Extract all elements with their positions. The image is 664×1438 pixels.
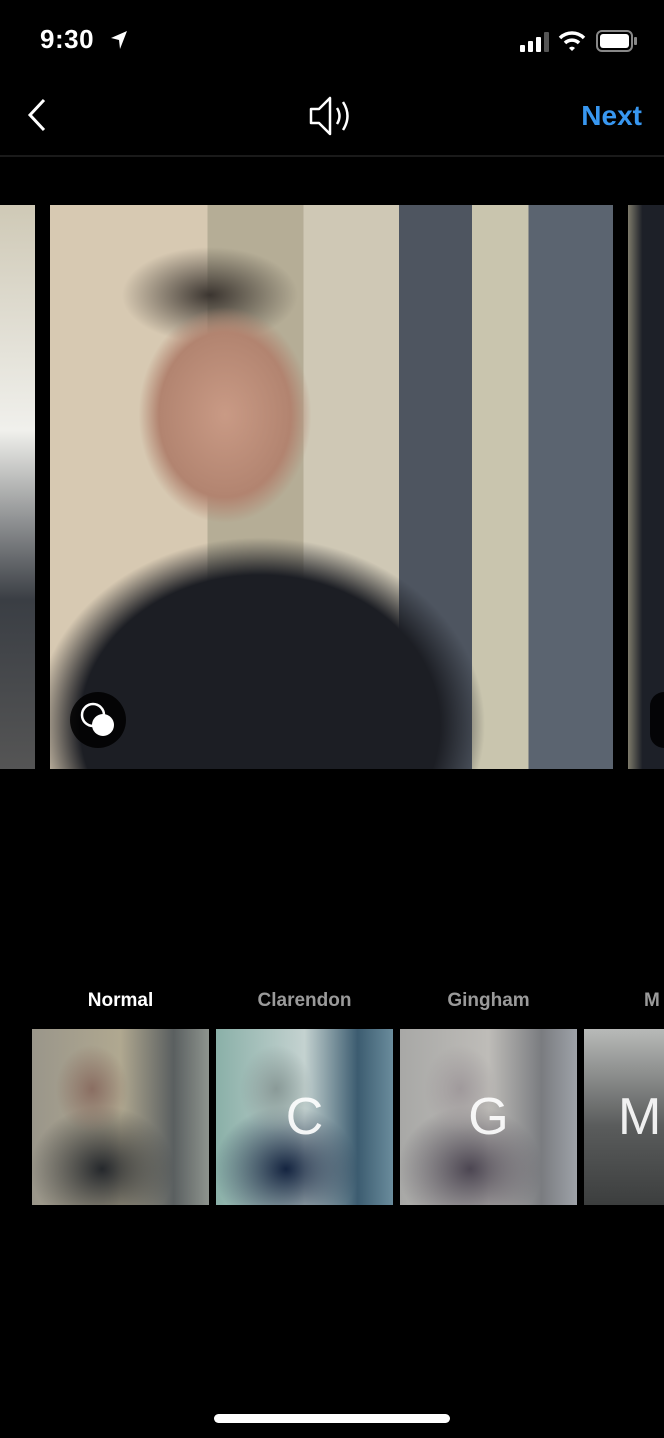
- signal-icon: [520, 32, 549, 52]
- filter-thumb-m[interactable]: M: [584, 1029, 664, 1205]
- selected-photo[interactable]: [50, 205, 613, 769]
- filter-thumb-clarendon[interactable]: C: [216, 1029, 393, 1205]
- filter-initial: C: [285, 1088, 324, 1146]
- filter-label-m[interactable]: M: [584, 990, 664, 1012]
- next-photo[interactable]: [628, 205, 664, 769]
- filter-thumb-normal[interactable]: [32, 1029, 209, 1205]
- filter-initial: M: [618, 1088, 662, 1146]
- status-time: 9:30: [40, 24, 95, 54]
- filter-label-clarendon[interactable]: Clarendon: [216, 990, 393, 1012]
- wifi-icon: [558, 31, 586, 51]
- battery-icon: [596, 30, 637, 52]
- filter-label-normal[interactable]: Normal: [32, 990, 209, 1012]
- previous-photo[interactable]: [0, 205, 35, 769]
- filter-label-gingham[interactable]: Gingham: [400, 990, 577, 1012]
- location-arrow-icon: [111, 31, 127, 49]
- chevron-left-icon[interactable]: [24, 96, 50, 134]
- filter-initial: G: [468, 1088, 509, 1146]
- home-indicator[interactable]: [214, 1414, 450, 1423]
- overlap-circles-icon: [80, 702, 114, 736]
- multi-select-button[interactable]: [650, 692, 664, 748]
- multi-select-button[interactable]: [70, 692, 126, 748]
- filter-thumb-gingham[interactable]: G: [400, 1029, 577, 1205]
- speaker-icon[interactable]: [306, 94, 356, 138]
- header-divider: [0, 155, 664, 157]
- next-button[interactable]: Next: [581, 100, 642, 132]
